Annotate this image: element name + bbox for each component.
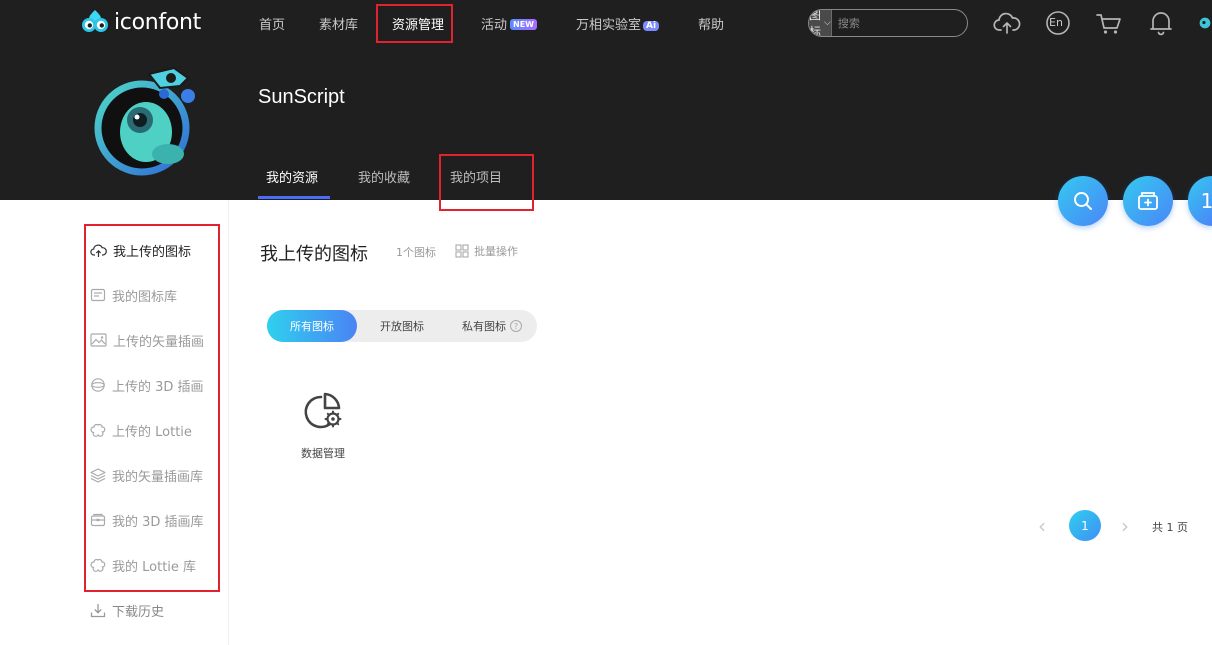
sidebar-item-uploaded-vector[interactable]: 上传的矢量插画	[90, 329, 204, 351]
box-icon	[90, 513, 106, 527]
cloud-upload-icon	[993, 12, 1021, 34]
iconfont-logo-icon	[82, 10, 108, 32]
sphere-icon	[91, 378, 105, 392]
logo-text: iconfont	[114, 9, 201, 35]
upload-icon	[90, 244, 107, 257]
add-box-icon	[1138, 192, 1158, 210]
nav-home[interactable]: 首页	[259, 14, 285, 33]
tab-my-favorites[interactable]: 我的收藏	[358, 167, 410, 186]
sidebar-item-uploaded-icons[interactable]: 我上传的图标	[90, 239, 191, 261]
batch-operation-button[interactable]: 批量操作	[455, 243, 518, 259]
nav-help[interactable]: 帮助	[698, 14, 724, 33]
search-type-label: 图标	[809, 9, 822, 37]
sidebar-item-my-3d-library[interactable]: 我的 3D 插画库	[90, 509, 204, 531]
icon-card[interactable]: 数据管理	[290, 385, 356, 465]
page-total: 共 1 页	[1152, 521, 1188, 534]
upload-button[interactable]	[993, 9, 1021, 37]
download-icon	[90, 603, 106, 617]
page-number-current[interactable]: 1	[1069, 510, 1101, 541]
search-type-select[interactable]: 图标 ⌵	[809, 10, 832, 36]
top-header: iconfont 首页 素材库 资源管理 活动 NEW 万相实验室 Ai 帮助 图标…	[0, 0, 1212, 200]
tab-my-projects[interactable]: 我的项目	[450, 167, 502, 186]
search-icon	[1074, 192, 1092, 210]
nav-resource-management[interactable]: 资源管理	[392, 14, 444, 33]
count-fab-label: 1	[1200, 189, 1212, 213]
search-fab[interactable]	[1058, 176, 1108, 226]
nav-lab[interactable]: 万相实验室 Ai	[576, 14, 660, 33]
sidebar-item-label: 上传的 3D 插画	[112, 379, 204, 395]
lottie-icon	[90, 558, 106, 572]
nav-activities[interactable]: 活动 NEW	[481, 14, 537, 33]
filter-private-label: 私有图标	[462, 320, 506, 333]
sidebar-item-label: 上传的 Lottie	[112, 424, 192, 440]
tab-my-resources[interactable]: 我的资源	[266, 167, 318, 186]
sidebar-item-my-library[interactable]: 我的图标库	[90, 284, 177, 306]
sidebar-item-my-lottie-library[interactable]: 我的 Lottie 库	[90, 554, 196, 576]
sidebar-item-uploaded-lottie[interactable]: 上传的 Lottie	[90, 419, 192, 441]
add-to-project-fab[interactable]	[1123, 176, 1173, 226]
bell-icon	[1150, 12, 1172, 36]
chevron-down-icon: ⌵	[824, 18, 831, 28]
library-icon	[90, 288, 106, 302]
user-avatar-icon	[1199, 17, 1211, 29]
page-title: 我上传的图标	[260, 244, 368, 265]
sidebar: 我上传的图标 我的图标库 上传的矢量插画 上传的 3D 插画 上传的 Lotti…	[0, 200, 229, 645]
language-label: En	[1049, 16, 1063, 29]
sidebar-item-label: 我的 3D 插画库	[112, 514, 204, 530]
sidebar-item-label: 上传的矢量插画	[113, 334, 205, 350]
visibility-filter: 所有图标 开放图标 私有图标?	[267, 310, 537, 342]
image-icon	[90, 333, 107, 347]
grid-icon	[455, 244, 469, 258]
cart-button[interactable]	[1095, 9, 1123, 37]
sidebar-item-uploaded-3d[interactable]: 上传的 3D 插画	[90, 374, 204, 396]
sidebar-item-label: 我上传的图标	[113, 244, 192, 260]
search-box: 图标 ⌵	[808, 9, 968, 37]
chart-gear-icon	[304, 392, 342, 429]
nav-materials[interactable]: 素材库	[319, 14, 358, 33]
user-avatar[interactable]	[94, 58, 206, 176]
icon-card-name: 数据管理	[301, 447, 345, 460]
filter-all-icons[interactable]: 所有图标	[267, 310, 357, 342]
batch-operation-label: 批量操作	[474, 245, 518, 258]
next-page-button[interactable]: ›	[1121, 514, 1129, 538]
user-avatar-button[interactable]	[1198, 9, 1212, 37]
prev-page-button[interactable]: ‹	[1038, 514, 1046, 538]
chameleon-avatar-icon	[94, 66, 195, 176]
cart-icon	[1096, 14, 1121, 34]
sidebar-item-my-vector-library[interactable]: 我的矢量插画库	[90, 464, 203, 486]
help-icon[interactable]: ?	[510, 320, 522, 332]
active-tab-indicator	[258, 196, 330, 199]
nav-activities-label: 活动	[481, 18, 508, 33]
username: SunScript	[258, 86, 345, 108]
sidebar-item-label: 我的图标库	[112, 289, 178, 305]
language-button[interactable]: En	[1044, 9, 1072, 37]
new-badge: NEW	[510, 19, 537, 30]
search-input[interactable]	[831, 10, 967, 36]
sidebar-item-label: 下载历史	[112, 604, 165, 620]
sidebar-item-label: 我的 Lottie 库	[112, 559, 197, 575]
layers-icon	[90, 468, 106, 483]
icon-count: 1个图标	[396, 246, 436, 259]
logo[interactable]: iconfont	[80, 8, 201, 36]
notification-button[interactable]	[1147, 9, 1175, 37]
sidebar-item-download-history[interactable]: 下载历史	[90, 599, 164, 621]
lottie-icon	[90, 423, 106, 437]
ai-badge: Ai	[643, 21, 660, 31]
filter-public-icons[interactable]: 开放图标	[357, 310, 447, 342]
filter-private-icons[interactable]: 私有图标?	[447, 310, 537, 342]
nav-lab-label: 万相实验室	[576, 18, 642, 33]
sidebar-item-label: 我的矢量插画库	[112, 469, 204, 485]
